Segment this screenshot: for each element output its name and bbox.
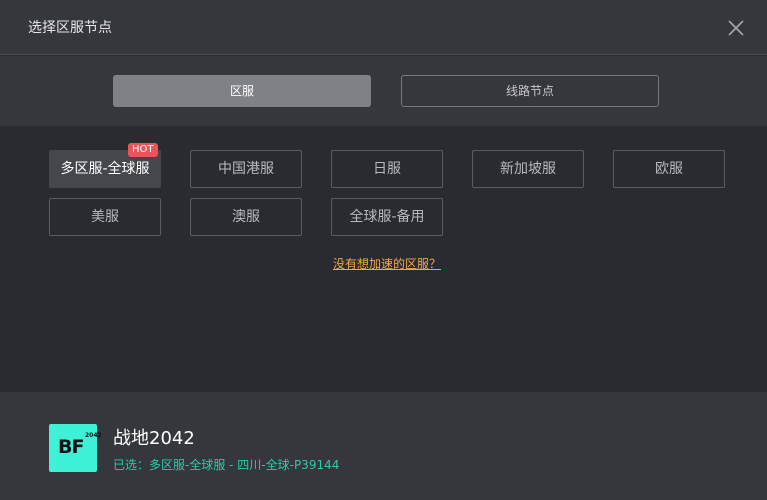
logo-text: BF [58, 436, 84, 458]
dialog-title: 选择区服节点 [28, 20, 112, 36]
server-button-global-backup[interactable]: 全球服-备用 [331, 198, 443, 236]
footer-panel: BF 2042 战地2042 已选：多区服-全球服 - 四川-全球-P39144 [0, 392, 767, 500]
select-server-dialog: 选择区服节点 区服 线路节点 多区服-全球服 中国港服 日服 新加坡服 欧服 美… [0, 0, 767, 500]
tab-region[interactable]: 区服 [113, 75, 371, 107]
game-name: 战地2042 [113, 428, 195, 449]
hot-badge: HOT [128, 143, 158, 157]
dialog-header: 选择区服节点 [0, 0, 767, 55]
server-button-jp[interactable]: 日服 [331, 150, 443, 188]
server-list: 多区服-全球服 中国港服 日服 新加坡服 欧服 美服 澳服 全球服-备用 没有想… [0, 126, 767, 392]
server-button-eu[interactable]: 欧服 [613, 150, 725, 188]
close-icon[interactable] [724, 16, 748, 40]
game-logo: BF 2042 [49, 424, 102, 472]
selected-server-info: 已选：多区服-全球服 - 四川-全球-P39144 [113, 458, 340, 472]
server-button-us[interactable]: 美服 [49, 198, 161, 236]
server-button-sg[interactable]: 新加坡服 [472, 150, 584, 188]
tab-route-node[interactable]: 线路节点 [401, 75, 659, 107]
tab-bar: 区服 线路节点 [0, 56, 767, 126]
server-button-au[interactable]: 澳服 [190, 198, 302, 236]
server-button-hk[interactable]: 中国港服 [190, 150, 302, 188]
missing-region-link[interactable]: 没有想加速的区服？ [0, 255, 767, 272]
logo-subtext: 2042 [85, 432, 102, 439]
